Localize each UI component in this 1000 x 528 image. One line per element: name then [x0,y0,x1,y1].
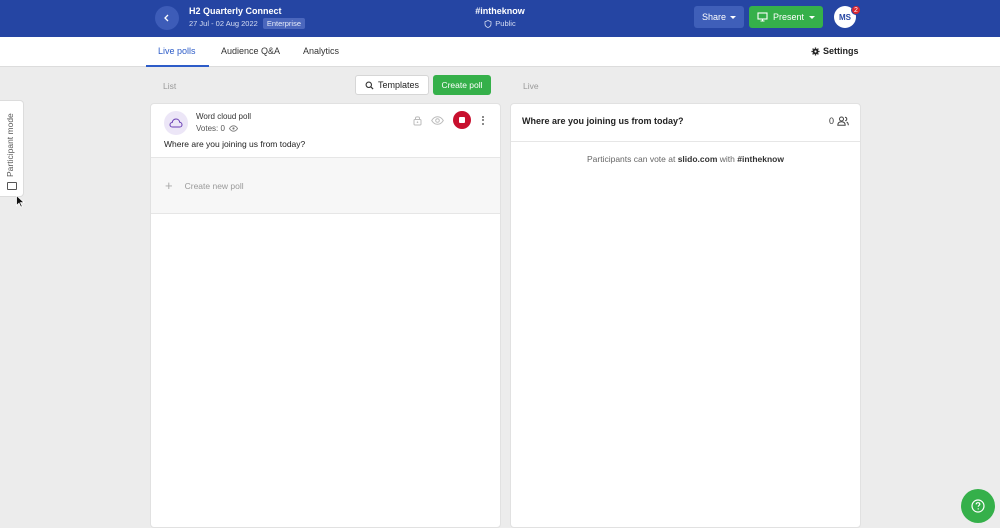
poll-list-panel: Word cloud poll Votes: 0 Where are you j… [150,103,501,528]
lock-icon[interactable] [413,115,422,126]
poll-type-label: Word cloud poll [196,112,251,121]
participant-count: 0 [829,116,849,126]
poll-card[interactable]: Word cloud poll Votes: 0 Where are you j… [151,104,500,158]
live-poll-question: Where are you joining us from today? [522,116,684,126]
stop-icon [459,117,465,123]
cloud-icon [164,111,188,135]
plan-badge: Enterprise [262,18,305,29]
divider [511,141,860,142]
settings-label: Settings [823,46,859,56]
poll-question: Where are you joining us from today? [164,139,306,149]
templates-button[interactable]: Templates [355,75,429,95]
users-icon [837,116,849,126]
mouse-cursor-icon [16,195,25,208]
eye-icon[interactable] [431,115,444,125]
event-dates: 27 Jul - 02 Aug 2022 [189,19,258,28]
templates-label: Templates [377,80,420,90]
back-button[interactable] [155,6,179,30]
tab-audience-qa[interactable]: Audience Q&A [221,46,280,56]
top-bar: H2 Quarterly Connect 27 Jul - 02 Aug 202… [0,0,1000,37]
settings-button[interactable]: Settings [811,46,859,56]
question-mark-icon [971,499,985,513]
presentation-icon [757,12,768,22]
eye-icon [228,125,238,132]
list-section-label: List [163,81,177,91]
tab-live-polls[interactable]: Live polls [158,46,196,56]
plus-icon: + [165,178,173,193]
gear-icon [811,46,820,56]
more-options-icon[interactable] [480,114,486,127]
chevron-down-icon [730,15,737,19]
help-button[interactable] [961,489,995,523]
notification-badge: 2 [851,5,861,15]
live-section-label: Live [523,81,539,91]
chevron-left-icon [164,14,169,22]
search-icon [365,81,374,90]
vote-hint-middle: with [717,154,738,164]
event-subtitle: 27 Jul - 02 Aug 2022 Enterprise [189,18,305,29]
share-label: Share [701,12,727,22]
share-button[interactable]: Share [694,6,744,28]
participant-mode-label: Participant mode [5,113,15,177]
poll-actions [413,111,486,129]
create-new-poll-label: Create new poll [184,180,244,191]
create-poll-button[interactable]: Create poll [433,75,491,95]
participant-count-value: 0 [828,116,834,126]
live-poll-panel: Where are you joining us from today? 0 P… [510,103,861,528]
vote-hint: Participants can vote at slido.com with … [511,154,860,164]
shield-icon [484,19,492,28]
stop-poll-button[interactable] [453,111,471,129]
vote-hint-site: slido.com [677,154,718,164]
screen-icon [7,182,17,190]
event-title[interactable]: H2 Quarterly Connect [189,6,282,16]
poll-votes-label: Votes: 0 [196,124,225,133]
poll-votes: Votes: 0 [196,124,238,133]
participant-mode-toggle[interactable]: Participant mode [0,100,24,197]
chevron-down-icon [809,15,816,19]
present-button[interactable]: Present [749,6,823,28]
tab-bar: Live polls Audience Q&A Analytics Settin… [0,37,1000,67]
create-new-poll-button[interactable]: + Create new poll [151,158,500,214]
vote-hint-code: #intheknow [737,154,784,164]
active-tab-indicator [146,65,209,67]
vote-hint-prefix: Participants can vote at [586,154,678,164]
tab-analytics[interactable]: Analytics [303,46,339,56]
present-label: Present [772,12,805,22]
privacy-label: Public [495,19,516,28]
